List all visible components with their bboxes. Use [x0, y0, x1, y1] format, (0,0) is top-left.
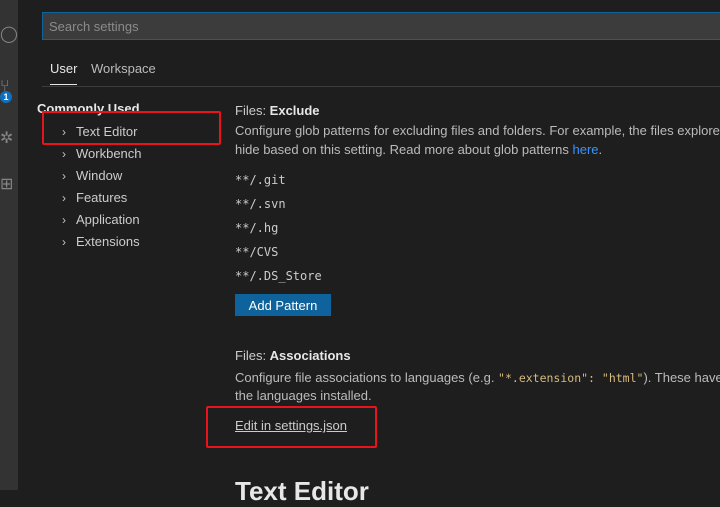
add-pattern-button[interactable]: Add Pattern: [235, 294, 331, 316]
search-input[interactable]: [43, 13, 720, 39]
toc-item-workbench[interactable]: › Workbench: [42, 143, 142, 165]
tabs-divider: [42, 86, 720, 87]
debug-icon[interactable]: ✲: [0, 128, 18, 150]
chevron-right-icon: ›: [62, 235, 66, 249]
chevron-right-icon: ›: [62, 147, 66, 161]
search-icon[interactable]: ◯: [0, 24, 18, 46]
notification-badge: 1: [0, 91, 12, 103]
setting-title-associations: Files: Associations: [235, 348, 351, 363]
section-heading-text-editor: Text Editor: [235, 476, 369, 506]
setting-name: Associations: [269, 348, 351, 363]
setting-description: Configure glob patterns for excluding fi…: [235, 123, 720, 138]
description-code: "*.extension": "html": [498, 371, 644, 385]
toc-item-label: Extensions: [76, 234, 140, 249]
toc-item-features[interactable]: › Features: [42, 187, 127, 209]
glob-patterns-link[interactable]: here: [573, 142, 599, 157]
tab-workspace[interactable]: Workspace: [91, 56, 156, 84]
highlight-box: [42, 111, 221, 145]
toc-item-window[interactable]: › Window: [42, 165, 122, 187]
exclude-pattern[interactable]: **/.hg: [235, 221, 278, 235]
chevron-right-icon: ›: [62, 191, 66, 205]
setting-category: Files:: [235, 348, 270, 363]
description-text: Configure file associations to languages…: [235, 370, 499, 385]
setting-description-line2: hide based on this setting. Read more ab…: [235, 140, 602, 159]
setting-name: Exclude: [269, 103, 320, 118]
description-text: hide based on this setting. Read more ab…: [235, 142, 573, 157]
search-box: [42, 12, 720, 40]
exclude-pattern[interactable]: **/.DS_Store: [235, 269, 322, 283]
tab-user[interactable]: User: [50, 56, 78, 85]
toc-item-label: Application: [76, 212, 140, 227]
exclude-pattern[interactable]: **/CVS: [235, 245, 278, 259]
exclude-pattern[interactable]: **/.svn: [235, 197, 286, 211]
toc-item-label: Workbench: [76, 146, 142, 161]
extensions-icon[interactable]: ⊞: [0, 174, 18, 196]
setting-title-exclude: Files: Exclude: [235, 103, 320, 118]
description-text: ). These have: [643, 370, 720, 385]
toc-item-label: Features: [76, 190, 128, 205]
exclude-pattern[interactable]: **/.git: [235, 173, 286, 187]
highlight-box: [206, 406, 377, 448]
toc-item-extensions[interactable]: › Extensions: [42, 231, 140, 253]
chevron-right-icon: ›: [62, 169, 66, 183]
description-text: .: [598, 142, 603, 157]
setting-description-line2: the languages installed.: [235, 388, 372, 403]
setting-category: Files:: [235, 103, 270, 118]
toc-item-label: Window: [76, 168, 123, 183]
toc-item-application[interactable]: › Application: [42, 209, 140, 231]
setting-description: Configure file associations to languages…: [235, 368, 720, 388]
activity-bar: ◯ ⑂ 1 ✲ ⊞: [0, 0, 18, 490]
chevron-right-icon: ›: [62, 213, 66, 227]
